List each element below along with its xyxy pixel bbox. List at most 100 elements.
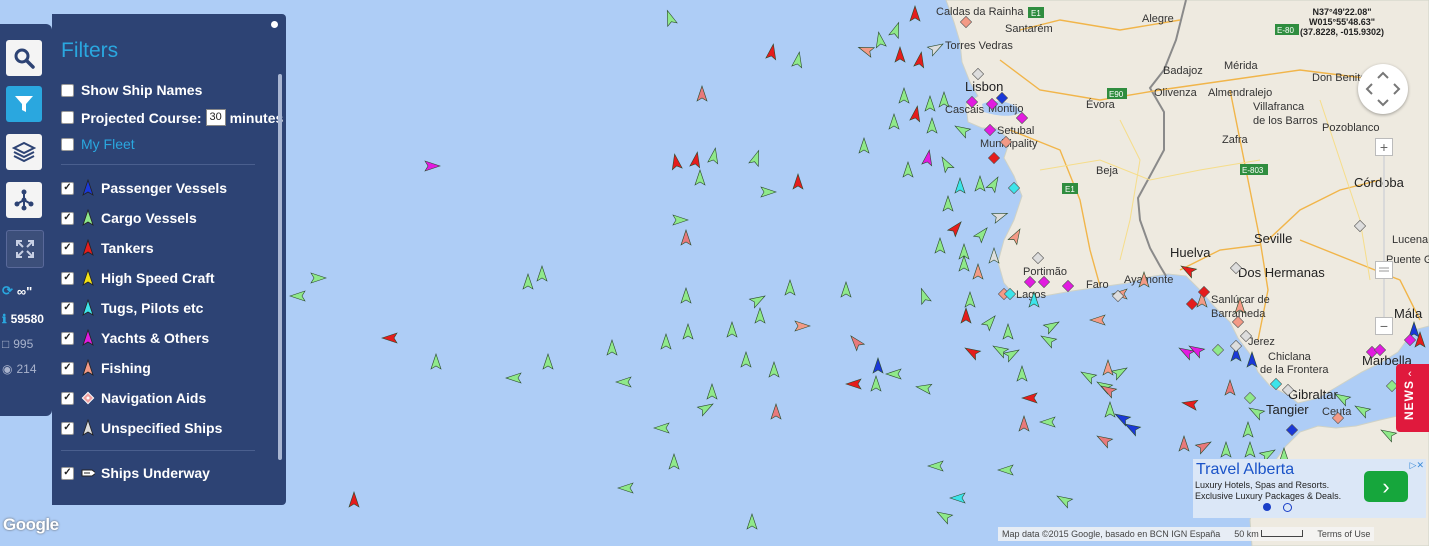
vessel-marker[interactable]	[1246, 351, 1258, 368]
show-ship-names-row[interactable]: Show Ship Names	[61, 82, 202, 98]
vessel-marker[interactable]	[949, 492, 966, 504]
nav-aid-marker[interactable]	[1037, 275, 1051, 289]
vessel-marker[interactable]	[921, 149, 934, 167]
nav-aid-marker[interactable]	[1229, 339, 1243, 353]
category-row[interactable]: ✓ Yachts & Others	[61, 329, 209, 347]
network-button[interactable]	[6, 182, 42, 218]
search-button[interactable]	[6, 40, 42, 76]
filter-button[interactable]	[6, 86, 42, 122]
vessel-marker[interactable]	[934, 237, 946, 254]
ships-underway-checkbox[interactable]: ✓	[61, 466, 74, 480]
vessel-marker[interactable]	[902, 161, 914, 178]
vessel-marker[interactable]	[938, 91, 950, 108]
nav-aid-marker[interactable]	[965, 95, 979, 109]
vessel-marker[interactable]	[760, 186, 777, 198]
vessel-marker[interactable]	[870, 375, 882, 392]
vessel-marker[interactable]	[1224, 379, 1236, 396]
ad-choices-icon[interactable]: ▷✕	[1410, 460, 1424, 471]
vessel-marker[interactable]	[682, 323, 694, 340]
vessel-marker[interactable]	[505, 372, 522, 384]
nav-aid-marker[interactable]	[1197, 285, 1211, 299]
nav-aid-marker[interactable]	[1023, 275, 1037, 289]
vessel-marker[interactable]	[784, 279, 796, 296]
nav-aid-marker[interactable]	[1061, 279, 1075, 293]
vessel-marker[interactable]	[765, 43, 778, 61]
ad-dot-active[interactable]	[1263, 503, 1271, 511]
vessel-marker[interactable]	[792, 173, 804, 190]
vessel-marker[interactable]	[924, 95, 936, 112]
nav-aid-marker[interactable]	[1403, 333, 1417, 347]
category-row[interactable]: ✓ Tankers	[61, 239, 154, 257]
category-checkbox[interactable]: ✓	[61, 301, 74, 315]
category-checkbox[interactable]: ✓	[61, 181, 74, 195]
vessel-marker[interactable]	[1178, 435, 1190, 452]
vessel-marker[interactable]	[770, 403, 782, 420]
vessel-marker[interactable]	[917, 287, 932, 306]
vessel-marker[interactable]	[680, 287, 692, 304]
vessel-marker[interactable]	[980, 313, 999, 332]
vessel-marker[interactable]	[953, 122, 972, 139]
vessel-marker[interactable]	[310, 272, 327, 284]
category-checkbox[interactable]: ✓	[61, 421, 74, 435]
nav-aid-marker[interactable]	[995, 91, 1009, 105]
category-checkbox[interactable]: ✓	[61, 241, 74, 255]
vessel-marker[interactable]	[1244, 441, 1256, 458]
vessel-marker[interactable]	[617, 482, 634, 494]
vessel-marker[interactable]	[672, 214, 689, 226]
vessel-marker[interactable]	[874, 31, 887, 49]
fullscreen-button[interactable]	[6, 230, 44, 268]
projected-course-input[interactable]: 30	[205, 109, 226, 126]
vessel-marker[interactable]	[1181, 398, 1199, 411]
vessel-marker[interactable]	[696, 400, 715, 417]
vessel-marker[interactable]	[768, 361, 780, 378]
projected-course-checkbox[interactable]	[61, 111, 74, 124]
category-row[interactable]: ✓ High Speed Craft	[61, 269, 215, 287]
vessel-marker[interactable]	[707, 147, 720, 165]
vessel-marker[interactable]	[1055, 492, 1074, 509]
category-row[interactable]: ✓ Fishing	[61, 359, 151, 377]
nav-aid-marker[interactable]	[1285, 423, 1299, 437]
vessel-marker[interactable]	[845, 378, 862, 390]
vessel-marker[interactable]	[1021, 392, 1038, 404]
category-checkbox[interactable]: ✓	[61, 391, 74, 405]
nav-aid-marker[interactable]	[1031, 251, 1045, 265]
vessel-marker[interactable]	[946, 219, 965, 238]
category-row[interactable]: ✓ Navigation Aids	[61, 389, 206, 407]
vessel-marker[interactable]	[963, 344, 982, 361]
vessel-marker[interactable]	[348, 491, 360, 508]
zoom-in-button[interactable]: +	[1375, 138, 1393, 156]
vessel-marker[interactable]	[660, 333, 672, 350]
vessel-marker[interactable]	[694, 169, 706, 186]
vessel-marker[interactable]	[857, 43, 876, 58]
vessel-marker[interactable]	[988, 247, 1000, 264]
vessel-marker[interactable]	[606, 339, 618, 356]
vessel-marker[interactable]	[990, 209, 1010, 224]
vessel-marker[interactable]	[1018, 415, 1030, 432]
vessel-marker[interactable]	[926, 40, 945, 57]
vessel-marker[interactable]	[1079, 368, 1098, 385]
nav-aid-marker[interactable]	[1185, 297, 1199, 311]
vessel-marker[interactable]	[424, 160, 441, 172]
vessel-marker[interactable]	[791, 51, 804, 69]
vessel-marker[interactable]	[430, 353, 442, 370]
vessel-marker[interactable]	[746, 513, 758, 530]
vessel-marker[interactable]	[1113, 410, 1132, 427]
vessel-marker[interactable]	[888, 21, 904, 40]
vessel-marker[interactable]	[696, 85, 708, 102]
vessel-marker[interactable]	[1095, 432, 1114, 449]
category-row[interactable]: ✓ Tugs, Pilots etc	[61, 299, 203, 317]
vessel-marker[interactable]	[915, 382, 933, 395]
vessel-marker[interactable]	[1177, 344, 1196, 361]
vessel-marker[interactable]	[858, 137, 870, 154]
ad-go-button[interactable]: ›	[1364, 471, 1408, 502]
nav-aid-marker[interactable]	[1211, 343, 1225, 357]
my-fleet-checkbox[interactable]	[61, 137, 74, 151]
nav-aid-marker[interactable]	[1269, 377, 1283, 391]
nav-aid-marker[interactable]	[971, 67, 985, 81]
vessel-marker[interactable]	[927, 460, 944, 472]
vessel-marker[interactable]	[985, 175, 1002, 194]
vessel-marker[interactable]	[909, 5, 921, 22]
vessel-marker[interactable]	[1242, 421, 1254, 438]
ships-underway-row[interactable]: ✓ Ships Underway	[61, 464, 210, 482]
vessel-marker[interactable]	[668, 453, 680, 470]
